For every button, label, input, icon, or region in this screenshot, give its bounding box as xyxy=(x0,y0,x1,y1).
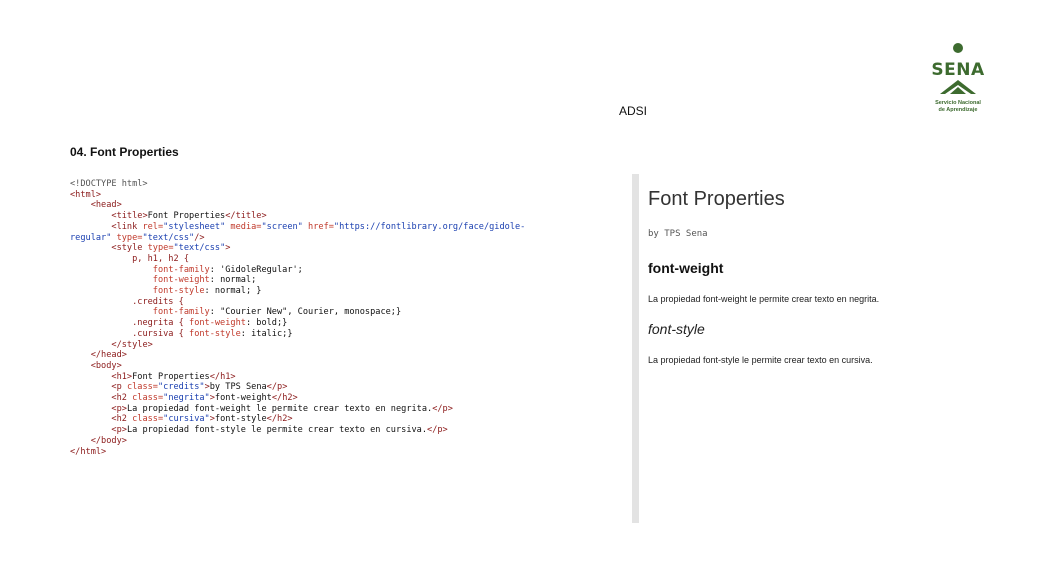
code-token: "cursiva" xyxy=(163,414,210,425)
code-token: "https://fontlibrary.org/face/gidole- xyxy=(333,221,526,232)
code-line: <!DOCTYPE html> xyxy=(70,179,148,189)
code-token: /> xyxy=(194,232,205,243)
code-token: href= xyxy=(302,221,334,232)
code-token: type= xyxy=(111,232,143,243)
code-line: p, h1, h2 { xyxy=(132,253,190,264)
code-token: class= xyxy=(132,393,164,404)
page-title: 04. Font Properties xyxy=(70,145,179,159)
code-token: <h2 xyxy=(111,414,133,425)
code-token: </h1> xyxy=(209,371,236,382)
code-token: : normal; xyxy=(209,275,257,286)
code-token: "text/css" xyxy=(173,243,226,254)
logo-name: SENA xyxy=(931,60,985,80)
preview-credits: by TPS Sena xyxy=(648,229,708,239)
logo-subtitle: Servicio Nacional de Aprendizaje xyxy=(922,100,994,114)
code-token: </h2> xyxy=(271,393,298,404)
code-token: : normal; } xyxy=(204,286,262,297)
code-line: </body> xyxy=(90,435,127,446)
code-token: Font Properties xyxy=(132,371,210,382)
preview-font-style-heading: font-style xyxy=(648,321,705,337)
code-line: <body> xyxy=(90,360,122,371)
code-token: regular" xyxy=(70,232,112,243)
code-line: <head> xyxy=(90,200,122,211)
code-token: La propiedad font-weight le permite crea… xyxy=(126,403,433,414)
code-token: "screen" xyxy=(261,221,303,232)
code-token: "negrita" xyxy=(163,393,210,404)
code-token: <link xyxy=(111,221,143,232)
code-token: <p xyxy=(111,382,127,393)
logo-subtitle-line2: de Aprendizaje xyxy=(938,107,978,113)
code-token: .cursiva { xyxy=(132,328,190,339)
code-token: Font Properties xyxy=(147,211,226,222)
code-line: </html> xyxy=(70,446,107,457)
code-token: > xyxy=(225,243,231,254)
code-token: font-style xyxy=(152,286,205,297)
code-token: .negrita { xyxy=(132,318,190,329)
preview-font-weight-heading: font-weight xyxy=(648,260,724,276)
code-listing: <!DOCTYPE html> <html> <head> <title>Fon… xyxy=(70,179,630,457)
panel-divider xyxy=(632,174,639,523)
code-token: font-weight xyxy=(152,275,210,286)
code-token: </p> xyxy=(427,425,448,436)
preview-paragraph-bold: La propiedad font-weight le permite crea… xyxy=(648,294,880,304)
code-token: : bold;} xyxy=(245,318,288,329)
code-token: font-style xyxy=(189,328,241,339)
code-token: <title> xyxy=(111,211,148,222)
code-token: </h2> xyxy=(266,414,293,425)
code-token: class= xyxy=(126,382,158,393)
code-token: font-weight xyxy=(189,318,246,329)
code-token: class= xyxy=(132,414,164,425)
adsi-label: ADSI xyxy=(619,104,648,118)
code-token: type= xyxy=(147,243,174,254)
code-token: <h2 xyxy=(111,393,133,404)
code-token: <p> xyxy=(111,403,127,414)
code-token: </p> xyxy=(432,403,453,414)
code-token: <p> xyxy=(111,425,127,436)
code-line: .credits { xyxy=(132,296,184,307)
code-token: : 'GidoleRegular'; xyxy=(209,264,303,275)
code-token: font-style xyxy=(214,414,267,425)
code-token: "stylesheet" xyxy=(163,221,226,232)
code-token: </title> xyxy=(225,211,267,222)
code-line: <html> xyxy=(70,189,102,200)
code-token: font-family xyxy=(152,307,210,318)
code-token: "text/css" xyxy=(142,232,195,243)
code-token: rel= xyxy=(142,221,164,232)
code-token: by TPS Sena xyxy=(209,382,267,393)
preview-paragraph-italic: La propiedad font-style le permite crear… xyxy=(648,355,873,365)
code-token: media= xyxy=(225,221,262,232)
code-line: </style> xyxy=(111,339,153,350)
code-token: <style xyxy=(111,243,148,254)
code-token: <h1> xyxy=(111,371,133,382)
sena-logo: SENA Servicio Nacional de Aprendizaje xyxy=(922,42,994,126)
preview-heading: Font Properties xyxy=(648,188,785,210)
code-line: </head> xyxy=(90,350,127,361)
code-token: : "Courier New", Courier, monospace;} xyxy=(209,307,402,318)
code-token: </p> xyxy=(266,382,288,393)
code-token: "credits" xyxy=(157,382,205,393)
code-token: La propiedad font-style le permite crear… xyxy=(126,425,428,436)
code-token: : italic;} xyxy=(240,328,293,339)
code-token: font-family xyxy=(152,264,210,275)
logo-subtitle-line1: Servicio Nacional xyxy=(935,100,981,106)
code-token: font-weight xyxy=(214,393,272,404)
